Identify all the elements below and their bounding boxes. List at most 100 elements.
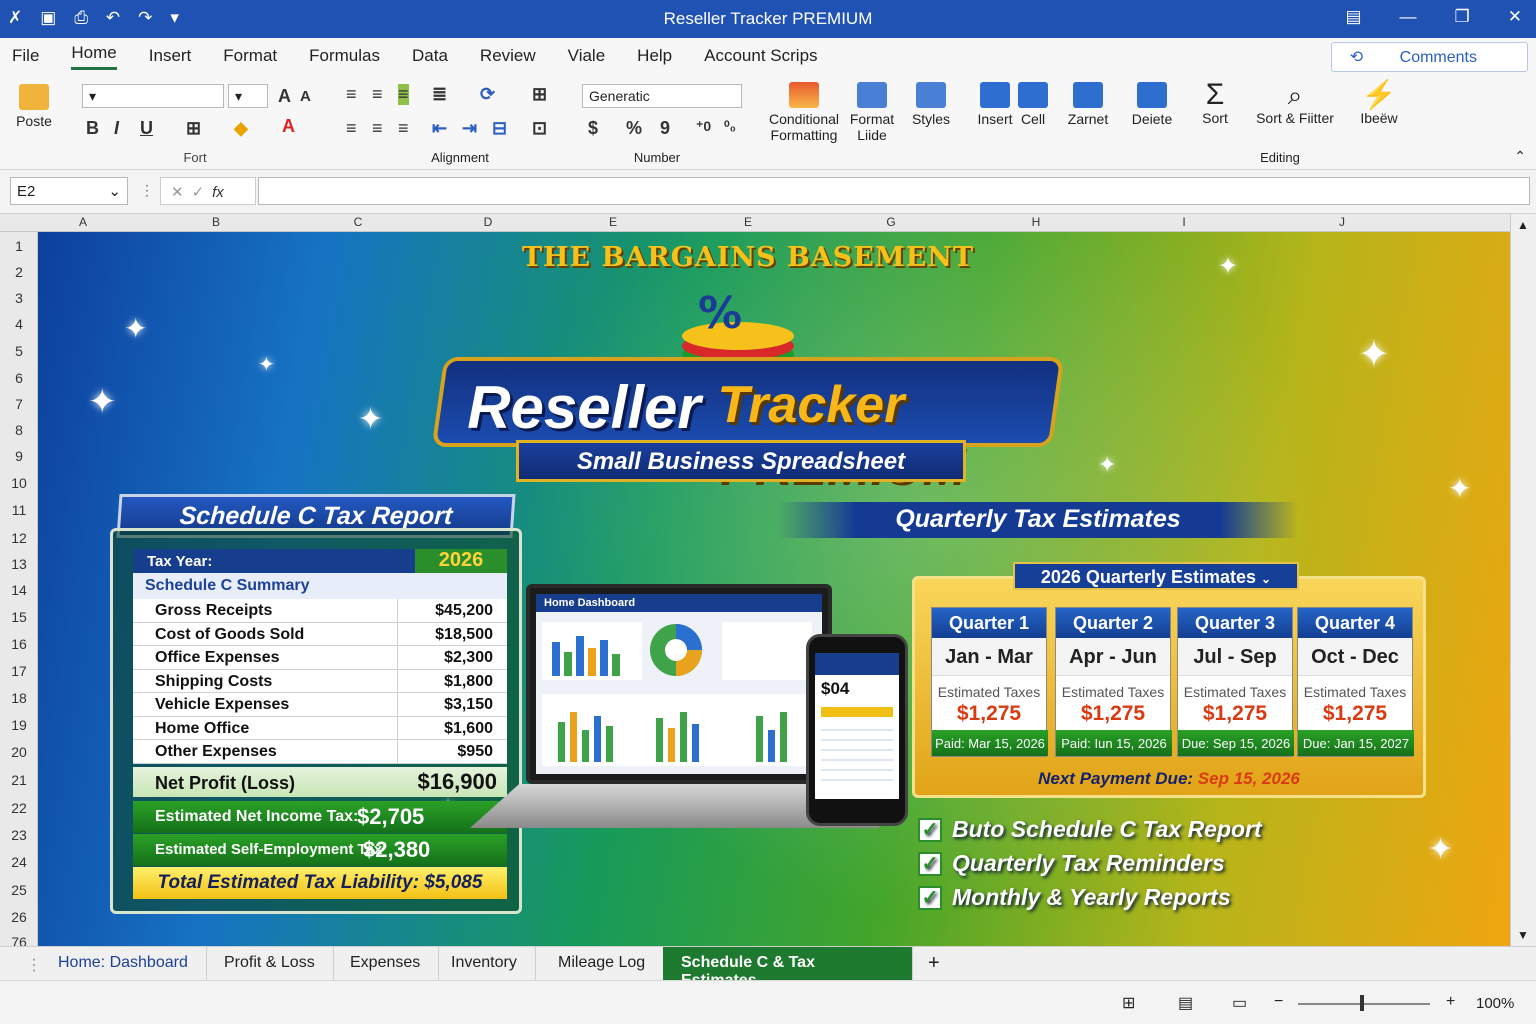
row-header[interactable]: 2 <box>0 264 38 280</box>
minimize-icon[interactable]: — <box>1400 7 1417 27</box>
align-center-icon[interactable]: ≡ <box>372 118 383 139</box>
tab-profit-loss[interactable]: Profit & Loss <box>206 947 334 980</box>
font-size-select[interactable]: ▾ <box>228 84 268 108</box>
ribbon-display-icon[interactable]: ▤ <box>1345 7 1361 27</box>
tab-schedule-c[interactable]: Schedule C & Tax Estimates <box>663 947 913 989</box>
menu-review[interactable]: Review <box>480 46 536 66</box>
orientation-icon[interactable]: ≣ <box>432 84 447 105</box>
column-header-g[interactable]: G <box>836 215 946 229</box>
menu-account-scripts[interactable]: Account Scrips <box>704 46 817 66</box>
row-header[interactable]: 18 <box>0 690 38 706</box>
function-icon[interactable]: fx <box>212 184 224 201</box>
page-break-icon[interactable]: ▭ <box>1232 993 1247 1013</box>
menu-home[interactable]: Home <box>71 43 117 70</box>
font-grow-icon[interactable]: A <box>278 86 291 107</box>
percent-icon[interactable]: % <box>626 118 642 139</box>
restore-icon[interactable]: ❐ <box>1455 7 1470 27</box>
comma-icon[interactable]: 9 <box>660 118 670 139</box>
row-header[interactable]: 21 <box>0 772 38 788</box>
add-sheet-icon[interactable]: + <box>928 952 940 975</box>
close-icon[interactable]: ✕ <box>1508 7 1522 27</box>
align-top-icon[interactable]: ≡ <box>346 84 357 105</box>
row-header[interactable]: 9 <box>0 448 38 464</box>
insert-button[interactable]: Insert <box>972 82 1018 127</box>
ideas-button[interactable]: ⚡ Ibeëw <box>1352 80 1406 127</box>
comments-button[interactable]: ⟲ Comments <box>1330 42 1528 72</box>
row-header[interactable]: 14 <box>0 582 38 598</box>
page-layout-icon[interactable]: ▤ <box>1178 993 1193 1013</box>
column-header-d[interactable]: D <box>410 215 566 229</box>
fill-color-icon[interactable]: ◆ <box>234 118 248 139</box>
row-header[interactable]: 5 <box>0 343 38 359</box>
column-header-a[interactable]: A <box>40 215 126 229</box>
borders-icon[interactable]: ⊞ <box>186 118 201 139</box>
scroll-down-icon[interactable]: ▼ <box>1517 928 1529 942</box>
increase-decimal-icon[interactable]: ⁺0 <box>696 118 711 135</box>
font-shrink-icon[interactable]: A <box>300 88 311 105</box>
cell-button[interactable]: Cell <box>1016 82 1050 127</box>
row-header[interactable]: 7 <box>0 396 38 412</box>
name-box[interactable]: E2 ⌄ <box>10 177 128 205</box>
styles-button[interactable]: Styles <box>906 82 956 127</box>
row-header[interactable]: 13 <box>0 556 38 572</box>
number-format-select[interactable]: Generatic <box>582 84 742 108</box>
delete-button[interactable]: Deiete <box>1128 82 1176 127</box>
collapse-ribbon-icon[interactable]: ⌃ <box>1514 148 1526 165</box>
row-header[interactable]: 10 <box>0 475 38 491</box>
column-header-b[interactable]: B <box>126 215 306 229</box>
font-color-icon[interactable]: A <box>282 116 295 137</box>
row-header[interactable]: 1 <box>0 238 38 254</box>
format-table-button[interactable]: Format Liide <box>846 82 898 143</box>
zoom-level[interactable]: 100% <box>1476 995 1514 1012</box>
menu-help[interactable]: Help <box>637 46 672 66</box>
row-header[interactable]: 25 <box>0 882 38 898</box>
row-header[interactable]: 8 <box>0 422 38 438</box>
merge-center-icon[interactable]: ⊡ <box>532 118 547 139</box>
menu-format[interactable]: Format <box>223 46 277 66</box>
bold-button[interactable]: B <box>86 118 99 139</box>
row-header[interactable]: 26 <box>0 909 38 925</box>
row-header[interactable]: 17 <box>0 663 38 679</box>
decrease-decimal-icon[interactable]: ⁰₀ <box>724 118 736 135</box>
zoom-out-icon[interactable]: − <box>1274 993 1283 1011</box>
paste-button[interactable]: Poste <box>12 84 56 129</box>
zoom-slider[interactable] <box>1298 1003 1430 1005</box>
row-header[interactable]: 20 <box>0 744 38 760</box>
tab-expenses[interactable]: Expenses <box>332 947 440 980</box>
row-header[interactable]: 15 <box>0 609 38 625</box>
tab-home-dashboard[interactable]: Home: Dashboard <box>40 947 207 980</box>
row-header[interactable]: 23 <box>0 827 38 843</box>
align-bottom-icon[interactable]: ≡ <box>398 84 409 105</box>
row-header[interactable]: 16 <box>0 636 38 652</box>
menu-data[interactable]: Data <box>412 46 448 66</box>
sort-button[interactable]: Σ Sort <box>1190 80 1240 127</box>
row-header[interactable]: 12 <box>0 530 38 546</box>
sort-filter-button[interactable]: ⌕ Sort & Fiitter <box>1250 80 1340 126</box>
tab-mileage-log[interactable]: Mileage Log <box>540 947 665 980</box>
table-icon[interactable]: ⊞ <box>532 84 547 105</box>
tab-inventory[interactable]: Inventory <box>433 947 536 980</box>
align-middle-icon[interactable]: ≡ <box>372 84 383 105</box>
format-button[interactable]: Zarnet <box>1062 82 1114 127</box>
row-header[interactable]: 19 <box>0 717 38 733</box>
row-header[interactable]: 11 <box>0 502 38 518</box>
wrap-text-icon[interactable]: ⟳ <box>480 84 495 105</box>
currency-icon[interactable]: $ <box>588 118 598 139</box>
decrease-indent-icon[interactable]: ⇤ <box>432 118 447 139</box>
zoom-in-icon[interactable]: + <box>1446 993 1455 1011</box>
column-header-j[interactable]: J <box>1242 215 1442 229</box>
row-header[interactable]: 22 <box>0 800 38 816</box>
menu-file[interactable]: File <box>12 46 39 66</box>
increase-indent-icon[interactable]: ⇥ <box>462 118 477 139</box>
normal-view-icon[interactable]: ⊞ <box>1122 993 1135 1013</box>
conditional-formatting-button[interactable]: Conditional Formatting <box>764 82 844 143</box>
column-header-f[interactable]: E <box>660 215 836 229</box>
underline-button[interactable]: U <box>140 118 153 139</box>
align-right-icon[interactable]: ≡ <box>398 118 409 139</box>
row-header[interactable]: 6 <box>0 370 38 386</box>
column-header-e[interactable]: E <box>566 215 660 229</box>
menu-insert[interactable]: Insert <box>149 46 192 66</box>
menu-formulas[interactable]: Formulas <box>309 46 380 66</box>
column-header-c[interactable]: C <box>306 215 410 229</box>
vertical-scrollbar[interactable]: ▲ ▼ <box>1510 214 1536 946</box>
